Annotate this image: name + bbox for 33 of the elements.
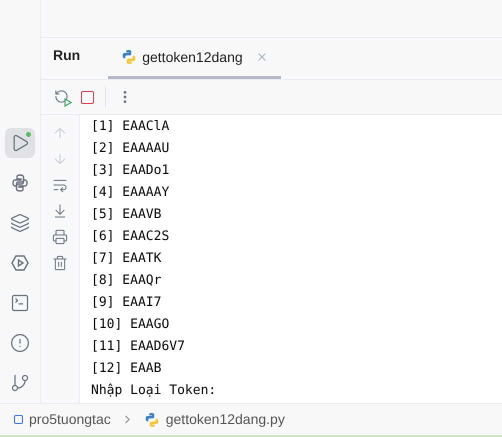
panel-title: Run bbox=[53, 46, 80, 65]
python-icon bbox=[144, 412, 160, 428]
git-branch-icon[interactable] bbox=[10, 373, 30, 393]
wrap-icon[interactable] bbox=[52, 177, 68, 193]
rerun-icon[interactable] bbox=[54, 89, 70, 105]
console-line: [2] EAAAAU bbox=[91, 140, 170, 158]
console-line: [6] EAAC2S bbox=[91, 228, 170, 246]
tab[interactable]: gettoken12dang bbox=[108, 38, 281, 79]
console-line: [11] EAAD6V7 bbox=[91, 338, 185, 356]
console-line: [4] EAAAAY bbox=[91, 184, 170, 202]
play-hexagon-icon[interactable] bbox=[10, 253, 30, 273]
scroll-end-icon[interactable] bbox=[52, 203, 68, 219]
breadcrumb-item[interactable]: pro5tuongtac bbox=[29, 409, 111, 430]
stop-icon[interactable] bbox=[81, 90, 94, 104]
python-icon[interactable] bbox=[10, 173, 30, 193]
console-line: [7] EAATK bbox=[91, 250, 162, 268]
console-line: [10] EAAGO bbox=[91, 316, 170, 334]
console-line: [12] EAAB bbox=[91, 360, 162, 378]
trash-icon[interactable] bbox=[52, 255, 68, 271]
console-line: [5] EAAVB bbox=[91, 206, 162, 224]
terminal-icon[interactable] bbox=[10, 293, 30, 313]
sidebar-item[interactable] bbox=[5, 128, 35, 158]
console-line: [9] EAAI7 bbox=[91, 294, 162, 312]
console-line: [8] EAAQr bbox=[91, 272, 162, 290]
alert-icon[interactable] bbox=[10, 333, 30, 353]
python-icon bbox=[121, 49, 138, 65]
console-line: [3] EAADo1 bbox=[91, 162, 170, 180]
layers-icon[interactable] bbox=[10, 213, 30, 233]
console-line: [1] EAAClA bbox=[91, 118, 170, 136]
module-icon bbox=[14, 415, 23, 424]
breadcrumb-item[interactable]: gettoken12dang.py bbox=[166, 409, 285, 430]
console-line: Nhập Loại Token: bbox=[91, 382, 216, 400]
print-icon[interactable] bbox=[52, 229, 68, 245]
